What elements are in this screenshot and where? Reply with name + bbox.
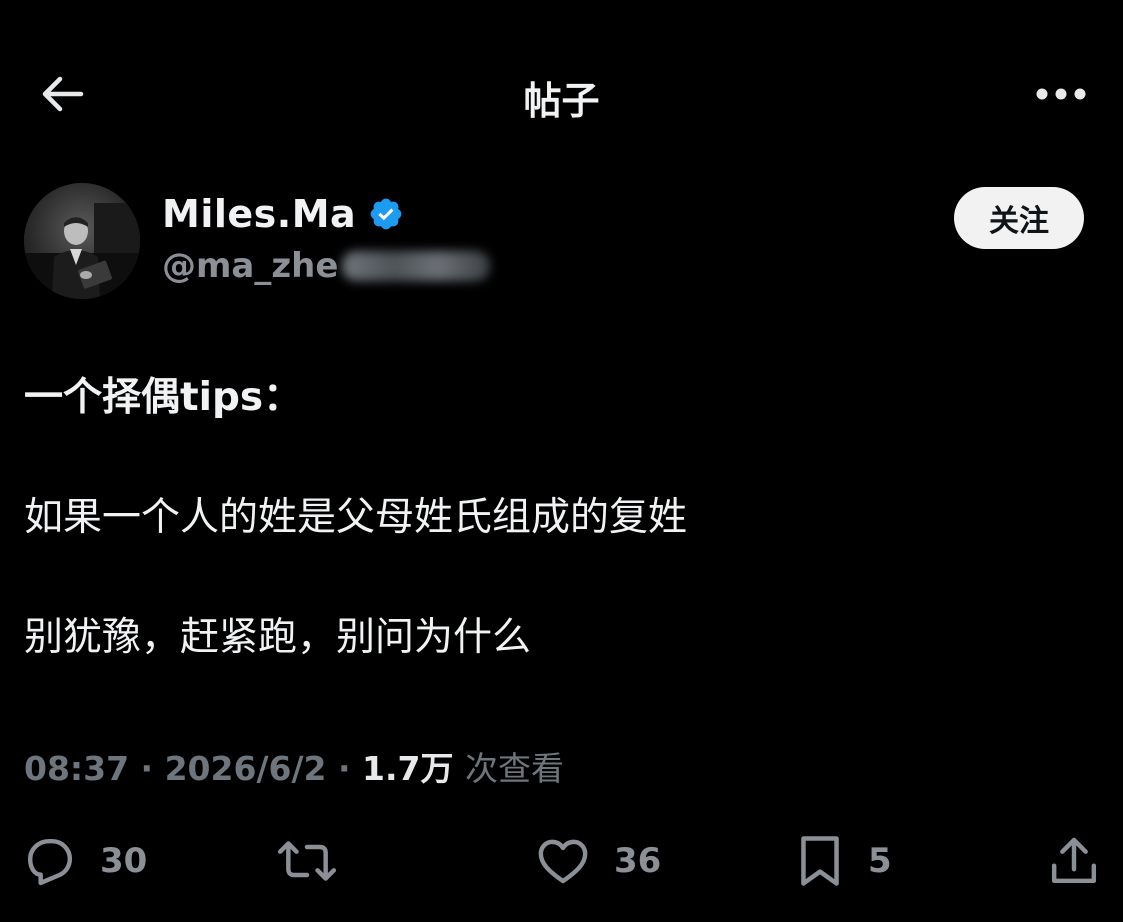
post-time: 08:37 [24, 749, 130, 788]
reply-icon [27, 838, 73, 886]
bookmark-count: 5 [868, 841, 892, 881]
views-count[interactable]: 1.7万 [362, 749, 453, 788]
post-body: 一个择偶tips： 如果一个人的姓是父母姓氏组成的复姓 别犹豫，赶紧跑，别问为什… [24, 370, 1104, 666]
follow-button[interactable]: 关注 [954, 187, 1084, 249]
post-meta: 08:37 · 2026/6/2 · 1.7万 次查看 [24, 742, 564, 790]
more-button[interactable] [1029, 68, 1093, 120]
reply-button[interactable]: 30 [22, 826, 147, 896]
meta-separator: · [337, 749, 351, 788]
user-handle[interactable]: @ma_zhe [162, 246, 338, 286]
share-button[interactable] [1046, 826, 1123, 896]
bookmark-icon [801, 836, 839, 886]
page-title: 帖子 [523, 79, 600, 123]
handle-row: @ma_zhe [162, 246, 491, 286]
views-label: 次查看 [464, 749, 564, 788]
verified-badge-icon [370, 198, 402, 230]
bookmark-button[interactable]: 5 [794, 826, 892, 896]
post-date: 2026/6/2 [164, 749, 327, 788]
author-name-row: Miles.Ma [162, 192, 404, 236]
handle-redacted-blur [342, 251, 491, 281]
share-icon [1051, 837, 1097, 884]
action-bar: 30 36 5 [0, 826, 1123, 896]
avatar-photo [24, 183, 140, 299]
post-text-line: 如果一个人的姓是父母姓氏组成的复姓 [24, 495, 688, 540]
meta-separator: · [140, 749, 154, 788]
repost-button[interactable] [276, 826, 360, 896]
reply-count: 30 [100, 841, 148, 881]
display-name[interactable]: Miles.Ma [162, 192, 356, 236]
top-bar: 帖子 [0, 50, 1123, 140]
like-count: 36 [614, 841, 662, 881]
post-text-line: 别犹豫，赶紧跑，别问为什么 [24, 615, 532, 660]
repost-icon [277, 841, 337, 881]
heart-icon [538, 839, 588, 884]
avatar[interactable] [24, 183, 140, 299]
post-text-line: 一个择偶tips： [24, 375, 303, 420]
more-horizontal-icon [1036, 88, 1086, 100]
like-button[interactable]: 36 [534, 826, 661, 896]
